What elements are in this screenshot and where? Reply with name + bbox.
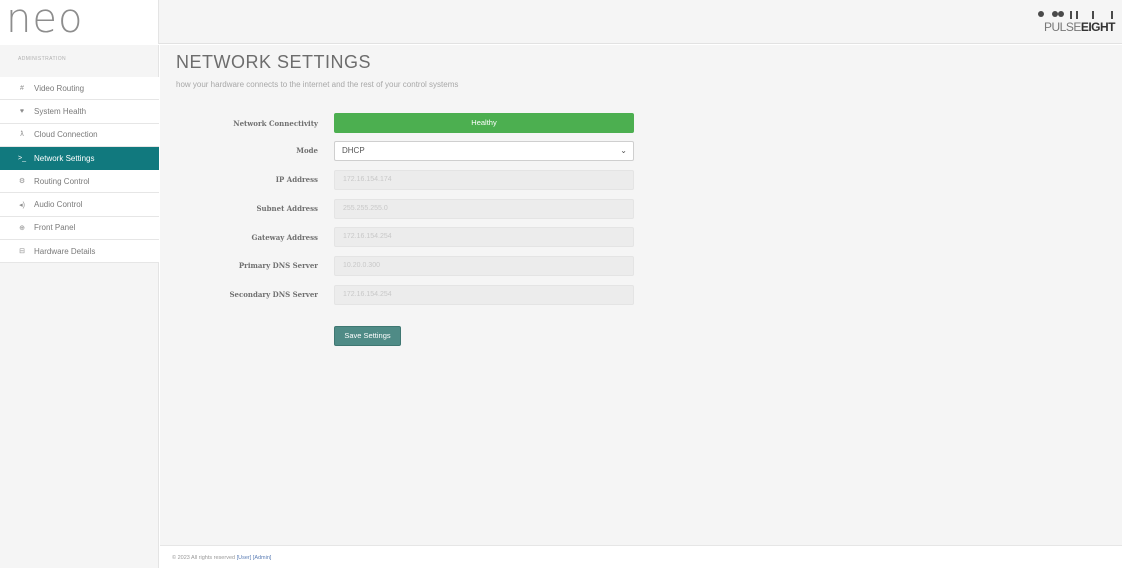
sidebar-item-system-health[interactable]: ♥ System Health xyxy=(0,100,159,124)
terminal-icon: >_ xyxy=(18,154,26,162)
admin-link[interactable]: [Admin] xyxy=(253,555,272,561)
sidebar-item-label: System Health xyxy=(34,106,87,116)
neo-logo[interactable]: neo xyxy=(6,0,83,42)
sidebar-item-label: Network Settings xyxy=(34,153,95,163)
sidebar-item-label: Cloud Connection xyxy=(34,130,98,140)
top-header: neo PULSEEIGHT xyxy=(0,0,1122,44)
globe-icon: ⊕ xyxy=(19,224,25,232)
secondary-dns-label: Secondary DNS Server xyxy=(229,290,318,299)
sidebar: ADMINISTRATION # Video Routing ♥ System … xyxy=(0,45,159,568)
gears-icon: ⚙ xyxy=(18,178,26,186)
primary-dns-field[interactable]: 10.20.0.300 xyxy=(334,256,634,276)
hdd-icon: ⊟ xyxy=(19,248,25,256)
sidebar-item-label: Hardware Details xyxy=(34,246,96,256)
sidebar-item-routing-control[interactable]: ⚙ Routing Control xyxy=(0,170,159,194)
heart-icon: ♥ xyxy=(19,107,25,115)
subnet-address-field[interactable]: 255.255.255.0 xyxy=(334,199,634,219)
sidebar-item-cloud-connection[interactable]: ƛ Cloud Connection xyxy=(0,124,159,147)
secondary-dns-field[interactable]: 172.16.154.254 xyxy=(334,285,634,305)
sidebar-item-video-routing[interactable]: # Video Routing xyxy=(0,77,159,101)
sidebar-item-hardware-details[interactable]: ⊟ Hardware Details xyxy=(0,240,159,264)
user-link[interactable]: [User] xyxy=(237,555,252,561)
rss-icon: ƛ xyxy=(20,131,24,139)
gateway-address-field[interactable]: 172.16.154.254 xyxy=(334,227,634,247)
speaker-icon: ◂) xyxy=(19,201,25,209)
primary-dns-label: Primary DNS Server xyxy=(238,261,318,270)
sidebar-item-label: Video Routing xyxy=(34,83,85,93)
sidebar-item-network-settings[interactable]: >_ Network Settings xyxy=(0,146,159,171)
footer-text: © 2023 All rights reserved [User] [Admin… xyxy=(172,555,271,561)
sidebar-nav: # Video Routing ♥ System Health ƛ Cloud … xyxy=(0,77,159,264)
sidebar-item-front-panel[interactable]: ⊕ Front Panel xyxy=(0,217,159,241)
gateway-address-label: Gateway Address xyxy=(251,233,318,242)
chevron-down-icon: ⌄ xyxy=(620,146,627,155)
logo-area: neo xyxy=(0,0,159,44)
sidebar-item-label: Audio Control xyxy=(34,200,83,210)
save-settings-button[interactable]: Save Settings xyxy=(334,326,401,346)
hash-icon: # xyxy=(20,84,24,92)
main-content: NETWORK SETTINGS how your hardware conne… xyxy=(160,45,1122,545)
footer: © 2023 All rights reserved [User] [Admin… xyxy=(160,545,1122,568)
ip-address-field[interactable]: 172.16.154.174 xyxy=(334,170,634,190)
brand-mark-icon xyxy=(1036,10,1116,20)
page-subtitle: how your hardware connects to the intern… xyxy=(176,80,459,89)
mode-label: Mode xyxy=(296,146,318,155)
subnet-address-label: Subnet Address xyxy=(256,204,319,213)
copyright-text: © 2023 All rights reserved xyxy=(172,555,236,561)
ip-address-label: IP Address xyxy=(275,175,318,184)
network-connectivity-label: Network Connectivity xyxy=(233,119,318,128)
network-connectivity-status: Healthy xyxy=(334,113,634,133)
sidebar-heading: ADMINISTRATION xyxy=(18,56,67,62)
mode-select-value: DHCP xyxy=(342,146,365,155)
pulse-eight-logo: PULSEEIGHT xyxy=(1036,10,1116,36)
page-title: NETWORK SETTINGS xyxy=(176,52,372,72)
mode-select[interactable]: DHCP ⌄ xyxy=(334,141,634,161)
brand-wordmark: PULSEEIGHT xyxy=(1043,20,1116,34)
sidebar-item-audio-control[interactable]: ◂) Audio Control xyxy=(0,193,159,217)
sidebar-item-label: Front Panel xyxy=(34,223,76,233)
sidebar-item-label: Routing Control xyxy=(34,176,90,186)
